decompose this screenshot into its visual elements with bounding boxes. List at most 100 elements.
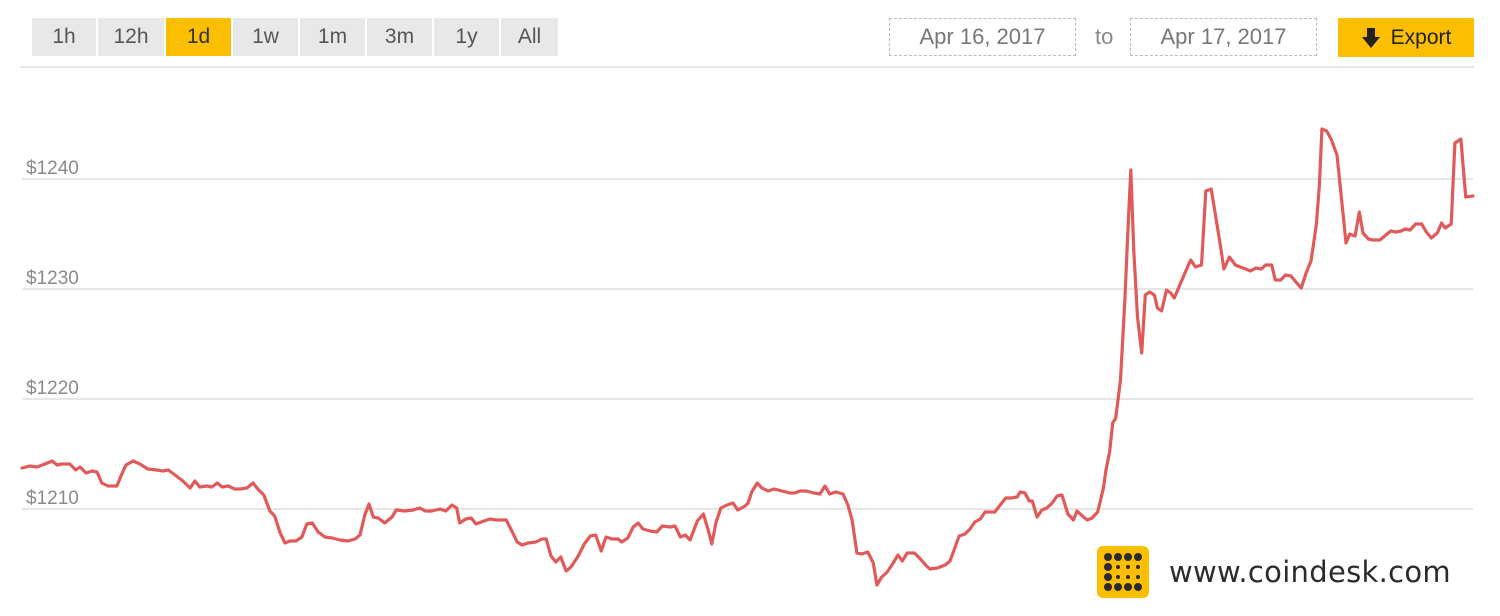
data-point — [684, 534, 687, 537]
y-tick-label: $1210 — [26, 488, 79, 509]
data-point — [1325, 130, 1328, 133]
data-point — [1184, 270, 1187, 273]
data-point — [1091, 517, 1094, 520]
data-point — [444, 510, 447, 513]
data-point — [1367, 238, 1370, 241]
data-point — [68, 463, 71, 466]
data-point — [450, 504, 453, 507]
data-point — [880, 576, 883, 579]
data-point — [198, 486, 201, 489]
price-chart: $1210 $1220 $1230 $1240 — [20, 127, 1475, 587]
data-point — [85, 472, 88, 475]
brand-url: www.coindesk.com — [1169, 555, 1451, 589]
data-point — [28, 465, 31, 468]
data-point — [115, 485, 118, 488]
data-point — [1123, 300, 1126, 303]
data-point — [1156, 307, 1159, 310]
data-point — [455, 507, 458, 510]
data-point — [929, 568, 932, 571]
data-point — [279, 532, 282, 535]
data-point — [954, 545, 957, 548]
y-axis: $1210 $1220 $1230 $1240 — [26, 158, 79, 509]
data-point — [505, 519, 508, 522]
data-point — [689, 539, 692, 542]
data-point — [1450, 223, 1453, 226]
data-point — [1290, 275, 1293, 278]
data-point — [799, 490, 802, 493]
y-tick-label: $1240 — [26, 158, 79, 179]
data-point — [1111, 422, 1114, 425]
data-point — [637, 522, 640, 525]
data-point — [372, 516, 375, 519]
data-point — [984, 511, 987, 514]
data-point — [210, 486, 213, 489]
data-point — [268, 510, 271, 513]
data-point — [1072, 519, 1075, 522]
data-point — [1194, 266, 1197, 269]
data-point — [702, 513, 705, 516]
data-point — [1315, 223, 1318, 226]
data-point — [1384, 234, 1387, 237]
data-point — [430, 510, 433, 513]
data-point — [1119, 379, 1122, 382]
data-point — [781, 490, 784, 493]
data-point — [100, 482, 103, 485]
data-point — [600, 550, 603, 553]
data-point — [146, 468, 149, 471]
data-point — [1144, 294, 1147, 297]
data-point — [1472, 195, 1475, 198]
data-point — [1348, 233, 1351, 236]
data-point — [1040, 509, 1043, 512]
data-point — [901, 560, 904, 563]
data-point — [1318, 184, 1321, 187]
data-point — [925, 565, 928, 568]
data-point — [311, 522, 314, 525]
data-point — [1453, 142, 1456, 145]
data-point — [1024, 492, 1027, 495]
data-point — [36, 466, 39, 469]
data-point — [21, 467, 24, 470]
data-point — [475, 523, 478, 526]
data-point — [605, 536, 608, 539]
data-point — [1436, 232, 1439, 235]
data-point — [747, 502, 750, 505]
data-point — [875, 584, 878, 587]
data-point — [1189, 259, 1192, 262]
data-point — [323, 536, 326, 539]
data-point — [813, 492, 816, 495]
data-point — [189, 487, 192, 490]
data-point — [828, 493, 831, 496]
data-point — [1204, 190, 1207, 193]
data-point — [1132, 250, 1135, 253]
data-point — [239, 488, 242, 491]
data-point — [60, 463, 63, 466]
data-point — [565, 570, 568, 573]
data-point — [256, 488, 259, 491]
data-point — [216, 482, 219, 485]
data-point — [1404, 228, 1407, 231]
data-point — [418, 507, 421, 510]
data-point — [1222, 268, 1225, 271]
data-point — [1016, 496, 1019, 499]
data-point — [1153, 294, 1156, 297]
data-point — [521, 544, 524, 547]
data-point — [979, 518, 982, 521]
data-point — [305, 523, 308, 526]
data-point — [851, 519, 854, 522]
data-point — [732, 502, 735, 505]
data-point — [559, 556, 562, 559]
data-point — [936, 567, 939, 570]
data-point — [1389, 230, 1392, 233]
data-point — [1425, 231, 1428, 234]
data-point — [1160, 310, 1163, 313]
data-point — [1028, 500, 1031, 503]
data-point — [1260, 268, 1263, 271]
data-point — [1036, 516, 1039, 519]
data-point — [1126, 232, 1129, 235]
data-point — [988, 511, 991, 514]
data-point — [354, 538, 357, 541]
data-point — [944, 564, 947, 567]
y-tick-label: $1230 — [26, 268, 79, 289]
data-point — [641, 528, 644, 531]
data-point — [1239, 266, 1242, 269]
